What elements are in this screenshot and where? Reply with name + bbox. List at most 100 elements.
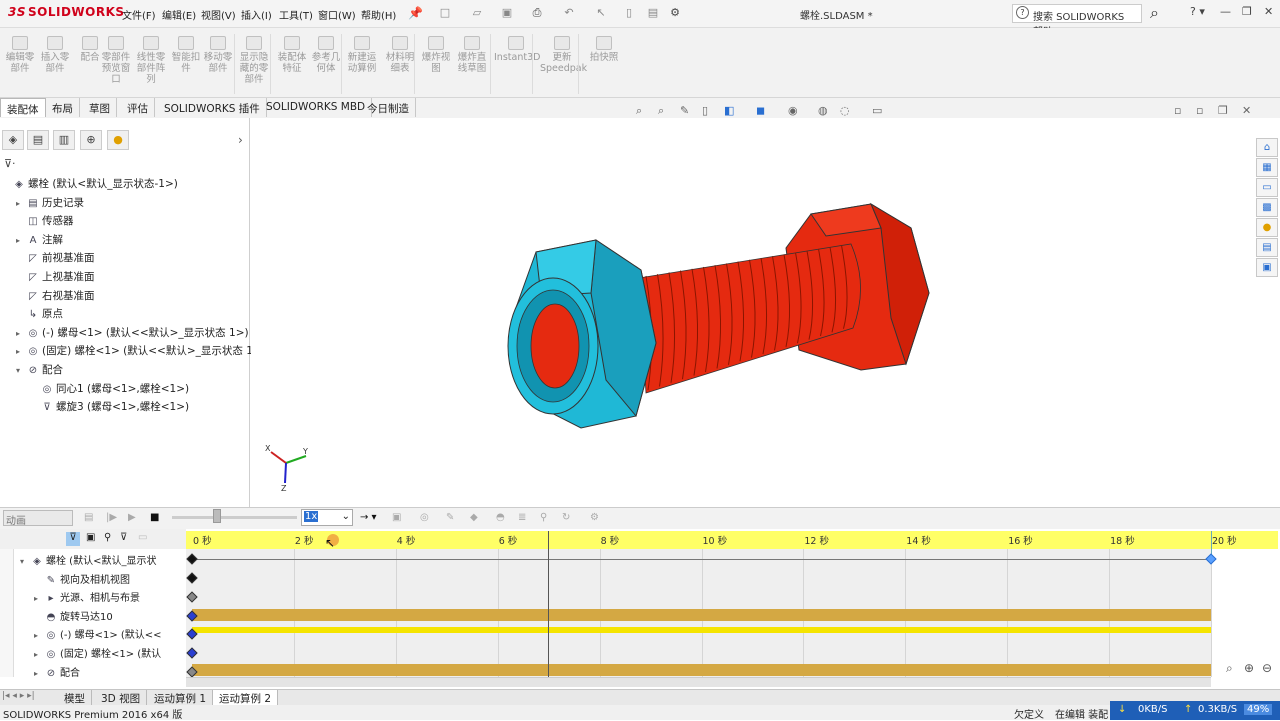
appearance-tab-icon[interactable]: ● <box>107 130 129 150</box>
study-type-select[interactable]: 动画 <box>3 510 73 527</box>
motion-tree-item[interactable]: ✎ 视向及相机视图 <box>34 571 130 589</box>
nut-timeline-bar[interactable] <box>192 627 1211 633</box>
motion-tree-item[interactable]: ▸ ◎ (-) 螺母<1> (默认<< <box>34 626 162 644</box>
motor-icon[interactable]: ◓ <box>496 512 505 523</box>
tree-item[interactable]: ◸ 上视基准面 <box>16 269 94 287</box>
restore-icon[interactable]: ❐ <box>1242 5 1252 18</box>
damper-icon[interactable]: ⚲ <box>540 512 547 523</box>
expand-icon[interactable]: ▸ <box>16 199 26 208</box>
command-16[interactable]: 拍快照 <box>586 36 622 63</box>
playback-mode-icon[interactable]: → ▾ <box>360 512 377 523</box>
command-8[interactable]: 装配体 特征 <box>274 36 310 74</box>
custom-props-icon[interactable]: ▤ <box>1256 238 1278 257</box>
pin-icon[interactable]: 📌 <box>408 6 423 20</box>
tree-item[interactable]: ▸ ◎ (固定) 螺栓<1> (默认<<默认>_显示状态 1>) <box>16 343 266 361</box>
filter-driving-icon[interactable]: ▣ <box>86 532 95 543</box>
feature-tree-tab-icon[interactable]: ◈ <box>2 130 24 150</box>
tab-mbd[interactable]: SOLIDWORKS MBD <box>260 98 373 117</box>
command-1[interactable]: 插入零 部件 <box>37 36 73 74</box>
motion-tree-item[interactable]: ◓ 旋转马达10 <box>34 608 113 626</box>
rebuild-icon[interactable]: ▯ <box>622 6 636 20</box>
scene-icon[interactable]: ◌ <box>840 104 850 117</box>
save-icon[interactable]: ▣ <box>500 6 514 20</box>
zoom-to-fit-timeline-icon[interactable]: ⌕ <box>1226 661 1233 676</box>
tab-motion-study-2[interactable]: 运动算例 2 <box>213 690 279 706</box>
menu-edit[interactable]: 编辑(E) <box>162 7 196 22</box>
solidworks-logo[interactable]: 3S SOLIDWORKS <box>8 5 125 19</box>
expand-icon[interactable]: ▸ <box>34 594 44 603</box>
add-key-icon[interactable]: ◆ <box>470 512 478 523</box>
tab-today[interactable]: 今日制造 <box>361 98 416 117</box>
viewport-restore-icon[interactable]: ❐ <box>1218 104 1228 117</box>
expand-icon[interactable]: ▸ <box>16 329 26 338</box>
file-props-icon[interactable]: ▤ <box>646 6 660 20</box>
zoom-area-icon[interactable]: ⌕ <box>658 104 664 118</box>
tree-item[interactable]: ⊽ 螺旋3 (螺母<1>,螺栓<1>) <box>30 399 189 417</box>
playback-speed-select[interactable]: 1x ⌄ <box>301 509 353 526</box>
animation-wizard-icon[interactable]: ◎ <box>420 512 429 523</box>
viewport-minimize-icon[interactable]: ▫ <box>1174 104 1181 117</box>
menu-view[interactable]: 视图(V) <box>201 7 236 22</box>
command-4[interactable]: 线性零 部件阵 列 <box>133 36 169 85</box>
property-manager-tab-icon[interactable]: ▤ <box>27 130 49 150</box>
close-icon[interactable]: ✕ <box>1264 5 1273 18</box>
expand-icon[interactable]: ▸ <box>34 631 44 640</box>
tree-item[interactable]: ▸ ◎ (-) 螺母<1> (默认<<默认>_显示状态 1>) <box>16 325 249 343</box>
zoom-in-timeline-icon[interactable]: ⊕ <box>1244 661 1254 675</box>
forum-icon[interactable]: ▣ <box>1256 258 1278 277</box>
viewport-tile-icon[interactable]: ▫ <box>1196 104 1203 117</box>
help-search-input[interactable]: 搜索 SOLIDWORKS 帮助 <box>1012 4 1142 38</box>
zoom-to-fit-icon[interactable]: ⌕ <box>636 104 642 118</box>
viewport-close-icon[interactable]: ✕ <box>1242 104 1251 117</box>
tab-scroll-icon[interactable]: |◂ ◂ ▸ ▸| <box>2 691 35 701</box>
command-13[interactable]: 爆炸直 线草图 <box>454 36 490 74</box>
command-12[interactable]: 爆炸视 图 <box>418 36 454 74</box>
undo-icon[interactable]: ↶ <box>562 6 576 20</box>
menu-file[interactable]: 文件(F) <box>122 7 156 22</box>
filter-animated-icon[interactable]: ⊽ <box>66 532 80 546</box>
help-dropdown-icon[interactable]: ? ▾ <box>1190 5 1205 18</box>
expand-icon[interactable]: ▸ <box>34 669 44 678</box>
command-3[interactable]: 零部件 预览窗 口 <box>98 36 134 85</box>
play-from-start-icon[interactable]: |▶ <box>106 512 117 523</box>
tree-item[interactable]: ↳ 原点 <box>16 306 63 324</box>
bolt-nut-model[interactable]: Y X Z <box>251 118 1255 508</box>
section-view-icon[interactable]: ▯ <box>702 104 708 117</box>
autokey-icon[interactable]: ✎ <box>446 512 454 523</box>
motion-tree-item[interactable]: ▸ ⊘ 配合 <box>34 664 80 682</box>
playback-slider[interactable] <box>172 516 297 519</box>
expand-icon[interactable]: ▸ <box>16 236 26 245</box>
tree-item[interactable]: ◎ 同心1 (螺母<1>,螺栓<1>) <box>30 381 189 399</box>
print-icon[interactable]: ⎙ <box>530 6 544 20</box>
command-11[interactable]: 材料明 细表 <box>382 36 418 74</box>
stop-icon[interactable]: ■ <box>150 512 159 523</box>
tab-assembly[interactable]: 装配体 <box>0 98 46 117</box>
filter-results-icon[interactable]: ⊽ <box>120 532 127 543</box>
appearances-icon[interactable]: ● <box>1256 218 1278 237</box>
new-icon[interactable]: □ <box>438 6 452 20</box>
command-6[interactable]: 移动零 部件 <box>200 36 236 74</box>
mates-timeline-bar[interactable] <box>192 664 1211 676</box>
tree-item[interactable]: ▸ A 注解 <box>16 232 63 250</box>
save-animation-icon[interactable]: ▣ <box>392 512 401 523</box>
command-5[interactable]: 智能扣 件 <box>168 36 204 74</box>
zoom-out-timeline-icon[interactable]: ⊖ <box>1262 661 1272 675</box>
tree-item[interactable]: ◸ 右视基准面 <box>16 288 94 306</box>
filter-icon[interactable]: ⊽· <box>4 157 16 170</box>
minimize-icon[interactable]: — <box>1220 5 1231 18</box>
tab-3d-views[interactable]: 3D 视图 <box>95 690 148 706</box>
view-settings-icon[interactable]: ▭ <box>872 104 882 117</box>
menu-tools[interactable]: 工具(T) <box>279 7 313 22</box>
command-10[interactable]: 新建运 动算例 <box>344 36 380 74</box>
tree-item[interactable]: ◈ 螺栓 (默认<默认_显示状态-1>) <box>2 176 178 194</box>
expand-icon[interactable]: ▸ <box>16 347 26 356</box>
tree-item[interactable]: ▾ ⊘ 配合 <box>16 362 63 380</box>
tab-layout[interactable]: 布局 <box>46 98 80 117</box>
select-icon[interactable]: ↖ <box>594 6 608 20</box>
tree-item[interactable]: ▸ ▤ 历史记录 <box>16 195 84 213</box>
tree-item[interactable]: ◸ 前视基准面 <box>16 250 94 268</box>
tree-item[interactable]: ◫ 传感器 <box>16 213 73 231</box>
play-icon[interactable]: ▶ <box>128 512 136 523</box>
motion-tree-item[interactable]: ▸ ◎ (固定) 螺栓<1> (默认 <box>34 645 161 663</box>
menu-window[interactable]: 窗口(W) <box>318 7 356 22</box>
